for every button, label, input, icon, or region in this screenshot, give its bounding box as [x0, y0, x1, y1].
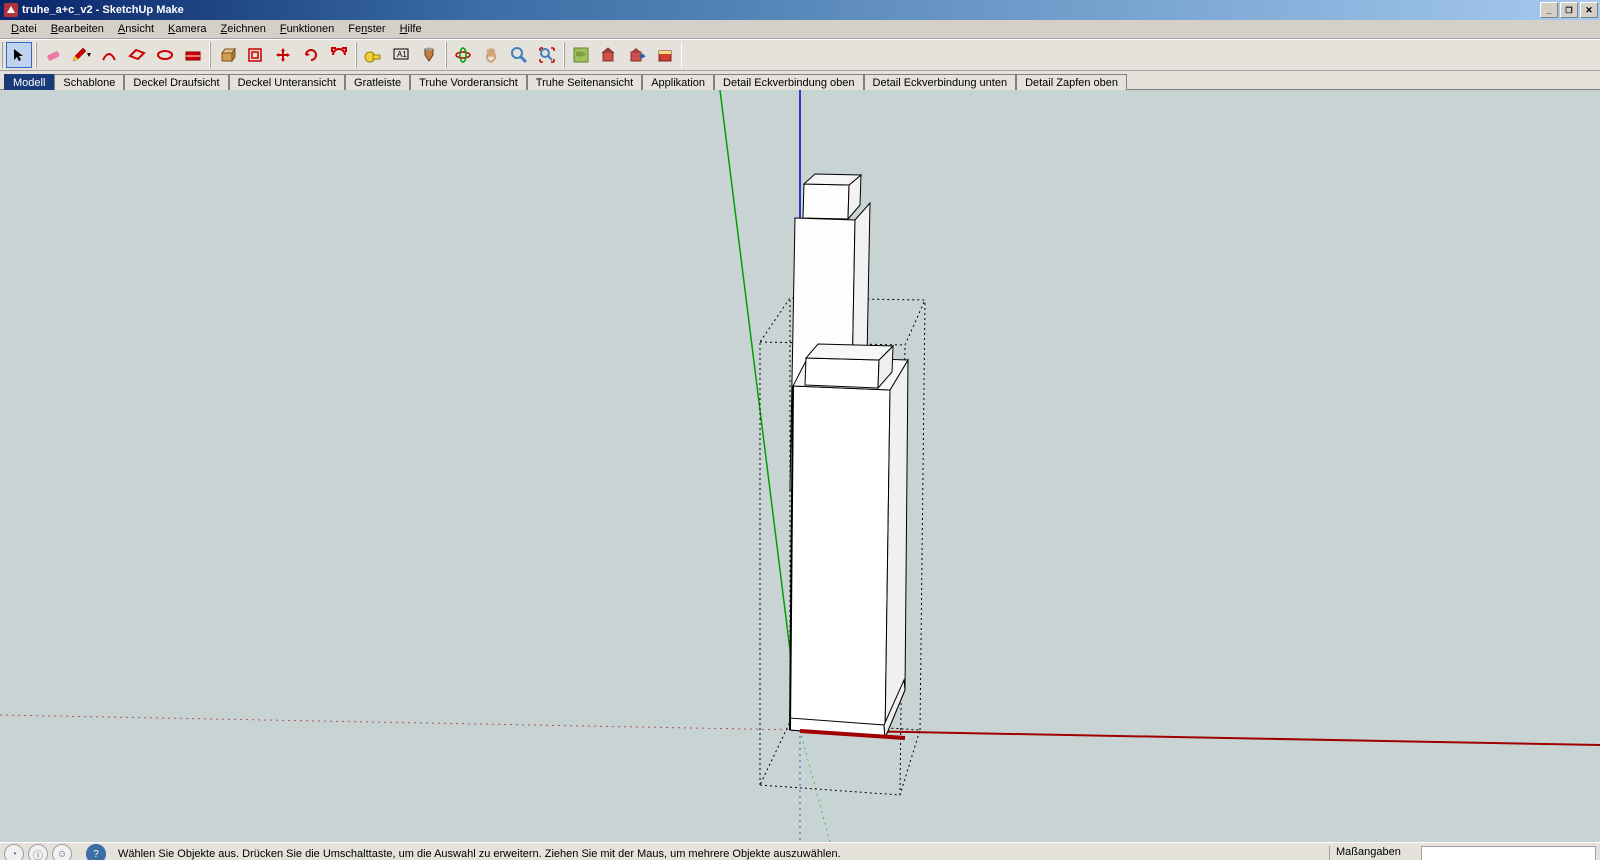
- scene-tabs: Modell Schablone Deckel Draufsicht Decke…: [0, 71, 1600, 90]
- scene-tab-gratleiste[interactable]: Gratleiste: [345, 74, 410, 90]
- scene-tab-detail-zapfen-oben[interactable]: Detail Zapfen oben: [1016, 74, 1127, 90]
- pencil-tool[interactable]: [68, 42, 94, 68]
- circle-tool[interactable]: [152, 42, 178, 68]
- offset-tool[interactable]: [242, 42, 268, 68]
- menu-zeichnen[interactable]: Zeichnen: [214, 22, 273, 36]
- paint-tool[interactable]: [416, 42, 442, 68]
- window-controls: _ ❐ ✕: [1538, 2, 1598, 18]
- status-bar: ◔ ⓘ ☺ ? Wählen Sie Objekte aus. Drücken …: [0, 842, 1600, 860]
- get-models-tool[interactable]: [596, 42, 622, 68]
- menu-datei[interactable]: Datei: [4, 22, 44, 36]
- measurements-box: Maßangaben: [1329, 846, 1596, 860]
- rectangle-tool[interactable]: [124, 42, 150, 68]
- scene-tab-truhe-seitenansicht[interactable]: Truhe Seitenansicht: [527, 74, 642, 90]
- select-tool[interactable]: [6, 42, 32, 68]
- menu-hilfe[interactable]: Hilfe: [393, 22, 429, 36]
- svg-text:A1: A1: [397, 50, 407, 59]
- scene-tab-schablone[interactable]: Schablone: [54, 74, 124, 90]
- status-credits-icon[interactable]: ⓘ: [28, 844, 48, 860]
- status-help-icon[interactable]: ?: [86, 844, 106, 860]
- scale-tool[interactable]: [326, 42, 352, 68]
- measurements-label: Maßangaben: [1336, 846, 1401, 860]
- add-location-tool[interactable]: [568, 42, 594, 68]
- zoom-extents-tool[interactable]: [534, 42, 560, 68]
- status-geo-icon[interactable]: ◔: [4, 844, 24, 860]
- move-tool[interactable]: [270, 42, 296, 68]
- polygon-tool[interactable]: [180, 42, 206, 68]
- tape-tool[interactable]: [360, 42, 386, 68]
- text-tool[interactable]: A1: [388, 42, 414, 68]
- scene-tab-modell[interactable]: Modell: [4, 74, 54, 90]
- window-title: truhe_a+c_v2 - SketchUp Make: [22, 4, 184, 16]
- scene-tab-truhe-vorderansicht[interactable]: Truhe Vorderansicht: [410, 74, 527, 90]
- eraser-tool[interactable]: [40, 42, 66, 68]
- menu-kamera[interactable]: Kamera: [161, 22, 214, 36]
- zoom-tool[interactable]: [506, 42, 532, 68]
- scene-tab-deckel-unteransicht[interactable]: Deckel Unteransicht: [229, 74, 345, 90]
- scene-tab-deckel-draufsicht[interactable]: Deckel Draufsicht: [124, 74, 228, 90]
- app-icon: [4, 3, 18, 17]
- menu-ansicht[interactable]: Ansicht: [111, 22, 161, 36]
- pushpull-tool[interactable]: [214, 42, 240, 68]
- menu-bearbeiten[interactable]: Bearbeiten: [44, 22, 111, 36]
- menu-funktionen[interactable]: Funktionen: [273, 22, 341, 36]
- close-button[interactable]: ✕: [1580, 2, 1598, 18]
- scene-tab-detail-eckverbindung-oben[interactable]: Detail Eckverbindung oben: [714, 74, 863, 90]
- status-hint: Wählen Sie Objekte aus. Drücken Sie die …: [118, 848, 1329, 860]
- menu-fenster[interactable]: Fenster: [341, 22, 392, 36]
- orbit-tool[interactable]: [450, 42, 476, 68]
- rotate-tool[interactable]: [298, 42, 324, 68]
- model-canvas: [0, 90, 1600, 842]
- pan-tool[interactable]: [478, 42, 504, 68]
- scene-tab-applikation[interactable]: Applikation: [642, 74, 714, 90]
- status-signin-icon[interactable]: ☺: [52, 844, 72, 860]
- title-bar: truhe_a+c_v2 - SketchUp Make _ ❐ ✕: [0, 0, 1600, 20]
- arc-tool[interactable]: [96, 42, 122, 68]
- main-toolbar: A1: [0, 39, 1600, 71]
- measurements-value[interactable]: [1421, 846, 1596, 860]
- 3d-viewport[interactable]: [0, 90, 1600, 842]
- share-model-tool[interactable]: [624, 42, 650, 68]
- maximize-button[interactable]: ❐: [1560, 2, 1578, 18]
- menu-bar: Datei Bearbeiten Ansicht Kamera Zeichnen…: [0, 20, 1600, 39]
- minimize-button[interactable]: _: [1540, 2, 1558, 18]
- scene-tab-detail-eckverbindung-unten[interactable]: Detail Eckverbindung unten: [864, 74, 1017, 90]
- extension-tool[interactable]: [652, 42, 678, 68]
